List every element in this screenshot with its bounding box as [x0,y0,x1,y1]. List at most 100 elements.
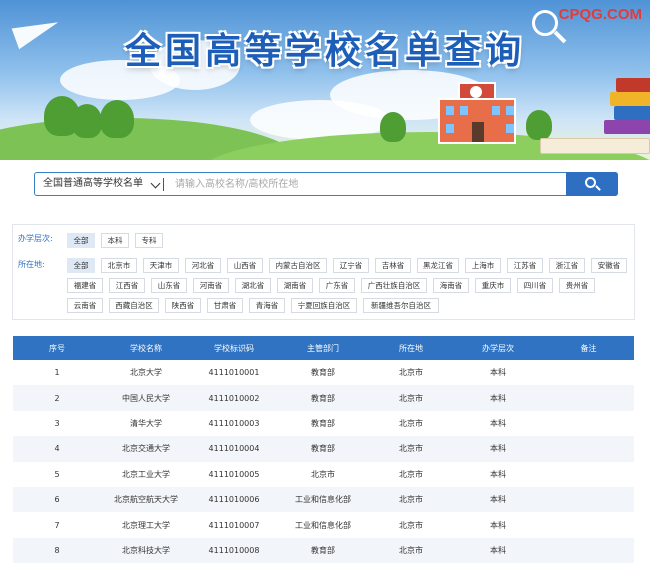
table-cell: 4111010002 [191,385,277,411]
location-chip[interactable]: 湖南省 [277,278,313,293]
location-chip[interactable]: 北京市 [101,258,137,273]
table-cell: 教育部 [277,360,369,386]
chevron-down-icon [150,178,161,189]
school-list-select[interactable]: 全国普通高等学校名单 [35,173,163,195]
table-cell: 北京交通大学 [101,436,191,462]
location-chip[interactable]: 黑龙江省 [417,258,459,273]
location-chip[interactable]: 云南省 [67,298,103,313]
location-chip[interactable]: 贵州省 [559,278,595,293]
site-brand[interactable]: CPQG.COM [559,6,642,23]
table-header-row: 序号 学校名称 学校标识码 主管部门 所在地 办学层次 备注 [13,336,634,360]
table-cell [543,410,634,437]
location-chip[interactable]: 重庆市 [475,278,511,293]
table-cell [543,512,634,538]
table-row: 2 中国人民大学 4111010002 教育部 北京市 本科 [13,385,634,411]
table-row: 4 北京交通大学 4111010004 教育部 北京市 本科 [13,436,634,462]
table-cell: 中国人民大学 [101,385,191,411]
level-chip-all[interactable]: 全部 [67,233,95,248]
table-cell [543,360,634,386]
table-row: 8 北京科技大学 4111010008 教育部 北京市 本科 [13,537,634,564]
table-cell: 4111010008 [191,537,277,564]
location-chip[interactable]: 四川省 [517,278,553,293]
level-filter-label: 办学层次: [18,234,53,243]
location-chip[interactable]: 西藏自治区 [109,298,159,313]
table-row: 1 北京大学 4111010001 教育部 北京市 本科 [13,360,634,386]
location-chip[interactable]: 河南省 [193,278,229,293]
table-cell: 4111010007 [191,512,277,538]
location-chip[interactable]: 山东省 [151,278,187,293]
table-cell: 本科 [453,360,543,386]
header-banner: 全国高等学校名单查询 CPQG.COM [0,0,650,160]
column-header: 备注 [543,336,634,360]
column-header: 所在地 [369,336,453,360]
search-input[interactable] [175,175,565,193]
school-table: 序号 学校名称 学校标识码 主管部门 所在地 办学层次 备注 1 北京大学 41… [13,336,634,564]
table-cell: 北京市 [369,512,453,538]
location-chip[interactable]: 吉林省 [375,258,411,273]
table-cell: 6 [13,486,101,513]
table-cell: 清华大学 [101,410,191,437]
table-cell: 北京工业大学 [101,461,191,487]
location-chip[interactable]: 陕西省 [165,298,201,313]
location-chip[interactable]: 海南省 [433,278,469,293]
level-chip-college[interactable]: 专科 [135,233,163,248]
table-row: 5 北京工业大学 4111010005 北京市 北京市 本科 [13,461,634,487]
column-header: 学校名称 [101,336,191,360]
table-cell: 北京航空航天大学 [101,486,191,513]
table-cell: 北京市 [277,461,369,487]
location-chip[interactable]: 青海省 [249,298,285,313]
location-chip[interactable]: 江西省 [109,278,145,293]
location-filter-label: 所在地: [18,260,45,269]
location-chip[interactable]: 湖北省 [235,278,271,293]
table-cell: 工业和信息化部 [277,512,369,538]
table-cell: 本科 [453,537,543,564]
location-chip[interactable]: 新疆维吾尔自治区 [363,298,439,313]
table-cell: 教育部 [277,385,369,411]
location-chip[interactable]: 宁夏回族自治区 [291,298,357,313]
column-header: 学校标识码 [191,336,277,360]
table-cell: 教育部 [277,410,369,437]
location-chip[interactable]: 上海市 [465,258,501,273]
location-chip[interactable]: 浙江省 [549,258,585,273]
table-cell: 北京市 [369,360,453,386]
location-chip[interactable]: 江苏省 [507,258,543,273]
location-chip[interactable]: 福建省 [67,278,103,293]
table-row: 7 北京理工大学 4111010007 工业和信息化部 北京市 本科 [13,512,634,538]
table-cell: 2 [13,385,101,411]
table-cell [543,436,634,462]
location-chip[interactable]: 内蒙古自治区 [269,258,327,273]
location-chip[interactable]: 全部 [67,258,95,273]
location-chip[interactable]: 辽宁省 [333,258,369,273]
divider [163,178,164,191]
table-cell: 本科 [453,461,543,487]
table-cell: 本科 [453,486,543,513]
location-chip[interactable]: 山西省 [227,258,263,273]
school-list-select-value: 全国普通高等学校名单 [43,178,143,189]
location-chip[interactable]: 甘肃省 [207,298,243,313]
table-cell: 教育部 [277,436,369,462]
table-cell: 本科 [453,385,543,411]
table-cell: 北京市 [369,486,453,513]
search-button[interactable] [566,172,618,196]
column-header: 主管部门 [277,336,369,360]
location-chip[interactable]: 广西壮族自治区 [361,278,427,293]
table-cell: 4111010005 [191,461,277,487]
location-chip[interactable]: 安徽省 [591,258,627,273]
table-cell: 4111010006 [191,486,277,513]
table-cell: 工业和信息化部 [277,486,369,513]
location-chip[interactable]: 河北省 [185,258,221,273]
location-chip[interactable]: 广东省 [319,278,355,293]
page-title: 全国高等学校名单查询 [124,31,525,72]
column-header: 序号 [13,336,101,360]
table-cell: 4111010001 [191,360,277,386]
table-cell: 3 [13,410,101,437]
table-cell: 北京市 [369,410,453,437]
table-cell: 北京市 [369,537,453,564]
table-cell: 1 [13,360,101,386]
table-cell: 北京科技大学 [101,537,191,564]
column-header: 办学层次 [453,336,543,360]
level-chip-undergrad[interactable]: 本科 [101,233,129,248]
table-cell: 8 [13,537,101,564]
location-chip[interactable]: 天津市 [143,258,179,273]
table-cell: 北京市 [369,436,453,462]
